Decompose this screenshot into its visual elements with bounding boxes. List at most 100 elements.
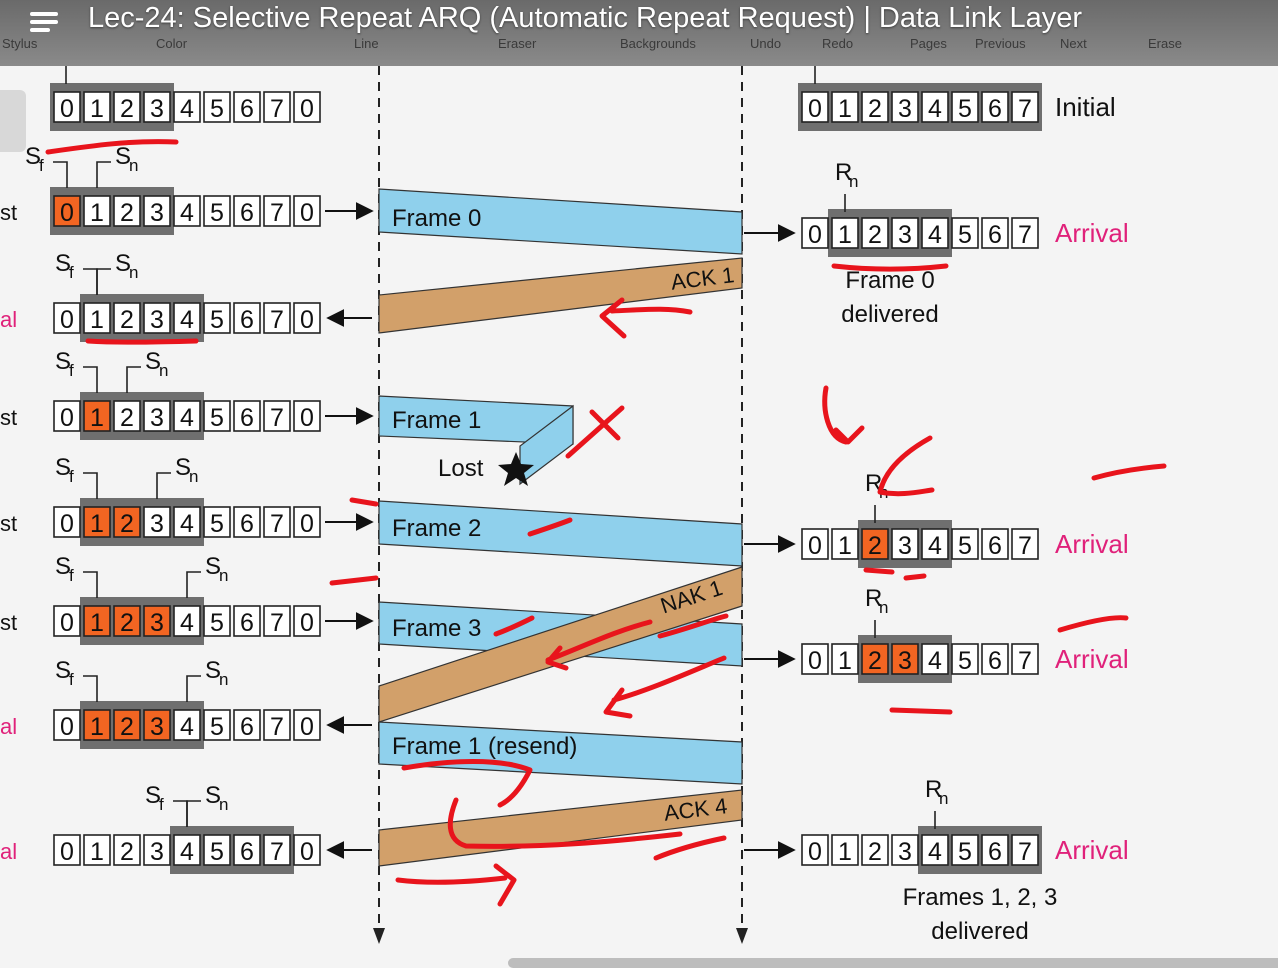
sequence-number: 5 (958, 532, 972, 560)
sequence-number: 7 (1018, 532, 1032, 560)
sequence-number: 1 (90, 404, 104, 432)
sn-pointer-label: Sn (145, 348, 168, 380)
sf-pointer (83, 366, 98, 393)
hand-annotation (599, 297, 693, 339)
sender-window-row: 0 1 2 3 4 5 6 7 0st (0, 571, 321, 645)
sequence-number: 4 (928, 838, 942, 866)
toolbar-label-color[interactable]: Color (156, 36, 187, 51)
sequence-number: 0 (300, 95, 314, 123)
sn-pointer (186, 800, 201, 827)
svg-text:f: f (69, 566, 74, 585)
sequence-number: 0 (60, 510, 74, 538)
toolbar-label-stylus[interactable]: Stylus (2, 36, 37, 51)
sf-pointer (83, 472, 98, 499)
toolbar-label-line[interactable]: Line (354, 36, 379, 51)
sf-pointer-label: Sf (55, 553, 74, 585)
sequence-number: 2 (120, 404, 134, 432)
receiver-event-label: Initial (1055, 92, 1116, 122)
delivery-note: Frames 1, 2, 3 (903, 884, 1058, 911)
sequence-number: 0 (808, 647, 822, 675)
sequence-number: 1 (838, 647, 852, 675)
sequence-number: 3 (150, 609, 164, 637)
sf-pointer-label: Sf (145, 782, 164, 814)
sequence-number: 4 (180, 306, 194, 334)
sequence-number: 2 (868, 647, 882, 675)
svg-text:f: f (159, 795, 164, 814)
sequence-number: 0 (60, 199, 74, 227)
hand-annotation (565, 405, 625, 459)
sf-pointer-label: Sf (55, 250, 74, 282)
sequence-number: 3 (898, 647, 912, 675)
toolbar-label-next[interactable]: Next (1060, 36, 1087, 51)
sender-event-label: al (0, 839, 17, 864)
toolbar-label-redo[interactable]: Redo (822, 36, 853, 51)
sequence-number: 1 (90, 199, 104, 227)
sn-pointer (96, 268, 111, 295)
hand-annotation (1057, 615, 1129, 633)
sender-timeline-arrow-icon (373, 928, 385, 944)
sequence-number: 7 (1018, 647, 1032, 675)
sequence-number: 4 (928, 221, 942, 249)
sender-event-label: st (0, 405, 17, 430)
sn-pointer-label: Sn (115, 143, 138, 175)
rn-pointer-label: Rn (925, 776, 948, 808)
sequence-number: 0 (808, 838, 822, 866)
sn-pointer (186, 571, 201, 598)
toolbar-label-pages[interactable]: Pages (910, 36, 947, 51)
sequence-number: 5 (210, 838, 224, 866)
sn-pointer (126, 366, 141, 393)
svg-text:f: f (69, 670, 74, 689)
svg-text:n: n (939, 789, 948, 808)
sequence-number: 6 (240, 95, 254, 123)
sequence-number: 4 (928, 95, 942, 123)
sequence-number: 0 (808, 221, 822, 249)
rn-pointer-label: Rn (865, 585, 888, 617)
lost-label: Lost (438, 455, 484, 482)
svg-text:n: n (219, 566, 228, 585)
sequence-number: 5 (958, 647, 972, 675)
receiver-timeline-arrow-icon (736, 928, 748, 944)
svg-text:n: n (219, 670, 228, 689)
toolbar-label-backgrounds[interactable]: Backgrounds (620, 36, 696, 51)
sequence-number: 7 (270, 306, 284, 334)
receiver-window-row: 0 1 2 3 4 5 6 7 Initial (798, 83, 1116, 131)
sequence-number: 5 (210, 713, 224, 741)
svg-text:n: n (159, 361, 168, 380)
hand-annotation (45, 139, 179, 155)
toolbar-label-erase[interactable]: Erase (1148, 36, 1182, 51)
receiver-event-label: Arrival (1055, 644, 1129, 674)
sequence-number: 1 (90, 510, 104, 538)
menu-icon[interactable] (30, 8, 64, 38)
scrollbar[interactable] (508, 958, 1278, 968)
sequence-number: 0 (300, 199, 314, 227)
sf-pointer (83, 571, 98, 598)
sequence-number: 0 (60, 95, 74, 123)
sequence-number: 5 (210, 609, 224, 637)
sequence-number: 5 (210, 510, 224, 538)
sequence-number: 1 (90, 95, 104, 123)
sf-pointer-label: Sf (55, 657, 74, 689)
sequence-number: 4 (180, 838, 194, 866)
hand-annotation (395, 863, 517, 907)
toolbar-label-eraser[interactable]: Eraser (498, 36, 536, 51)
sequence-number: 5 (210, 95, 224, 123)
sequence-number: 6 (240, 713, 254, 741)
sequence-number: 5 (958, 95, 972, 123)
sequence-number: 7 (270, 713, 284, 741)
toolbar-label-previous[interactable]: Previous (975, 36, 1026, 51)
sn-pointer (156, 472, 171, 499)
sequence-number: 7 (270, 609, 284, 637)
sequence-number: 1 (90, 838, 104, 866)
hand-annotation (863, 567, 927, 581)
sf-pointer-label: Sf (55, 454, 74, 486)
sender-event-label: al (0, 307, 17, 332)
toolbar-label-undo[interactable]: Undo (750, 36, 781, 51)
sequence-number: 2 (120, 838, 134, 866)
sequence-number: 6 (240, 404, 254, 432)
sender-window-row: 012345670 (50, 83, 321, 131)
sequence-number: 0 (60, 404, 74, 432)
receiver-window-row: 0 1 2 3 4 5 6 7 ArrivalFrame 0delivered (801, 194, 1129, 328)
sequence-number: 7 (270, 404, 284, 432)
sequence-number: 0 (808, 95, 822, 123)
sequence-number: 5 (210, 404, 224, 432)
